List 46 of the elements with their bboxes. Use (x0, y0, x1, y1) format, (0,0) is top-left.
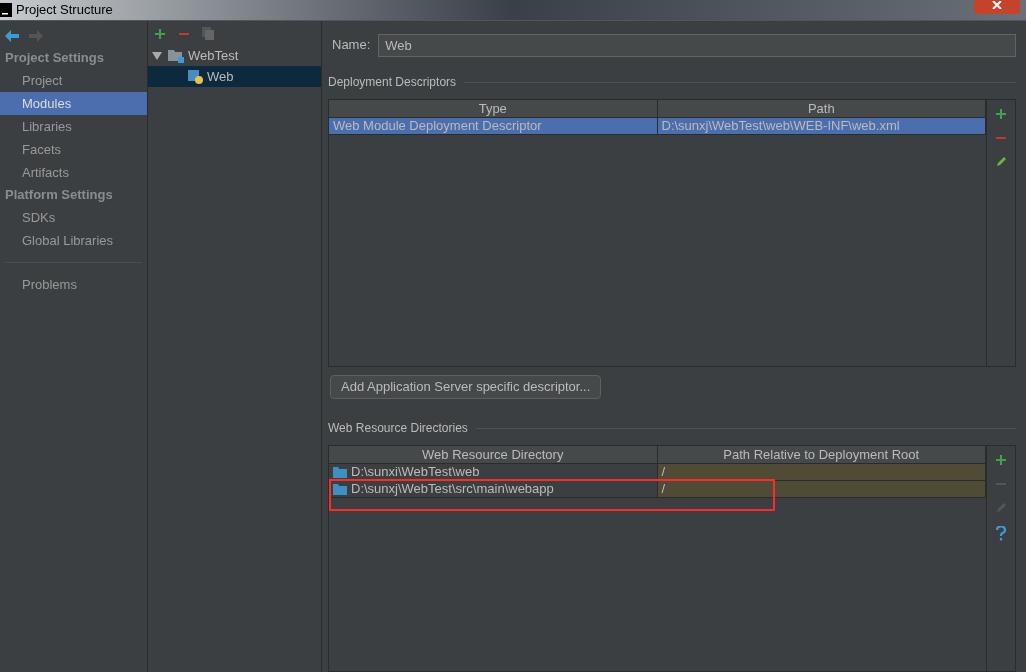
section-heading: Platform Settings (4, 186, 114, 204)
table-row[interactable]: Web Module Deployment Descriptor D:\sunxj\WebTest\web\WEB-INF\web.xml (329, 118, 986, 135)
sidebar-item[interactable]: Libraries (0, 115, 147, 138)
close-icon (992, 1, 1002, 9)
add-icon[interactable] (995, 454, 1007, 466)
sidebar-item[interactable]: Modules (0, 92, 147, 115)
back-arrow-icon[interactable] (4, 29, 20, 43)
table-cell-text: / (661, 480, 666, 499)
tree-item[interactable]: Web (148, 66, 321, 87)
column-header[interactable]: Web Resource Directory (329, 446, 658, 464)
app-logo-icon (0, 3, 12, 17)
name-field[interactable]: Web (378, 33, 1016, 57)
table-row[interactable]: D:\sunxi\WebTest\web / (329, 464, 986, 481)
sidebar-item[interactable]: SDKs (0, 206, 147, 229)
column-header[interactable]: Path (657, 100, 986, 118)
sidebar-item[interactable]: Artifacts (0, 161, 147, 184)
section-title: Web Resource Directories (328, 420, 468, 437)
close-button[interactable] (974, 0, 1020, 14)
folder-icon (333, 466, 347, 478)
sidebar-item[interactable]: Global Libraries (0, 229, 147, 252)
column-header[interactable]: Type (329, 100, 658, 118)
table-cell-text: D:\sunxj\WebTest\src\main\webapp (351, 480, 554, 499)
folder-icon (168, 48, 184, 63)
table-cell-text: D:\sunxj\WebTest\web\WEB-INF\web.xml (661, 117, 900, 136)
folder-icon (333, 483, 347, 495)
web-module-icon (188, 69, 203, 84)
table-cell-text: D:\sunxi\WebTest\web (351, 463, 480, 482)
sidebar-item[interactable]: Project (0, 69, 147, 92)
add-descriptor-button[interactable]: Add Application Server specific descriptor... (330, 375, 602, 399)
column-header[interactable]: Path Relative to Deployment Root (657, 446, 986, 464)
edit-icon[interactable] (995, 156, 1007, 168)
table-row[interactable]: D:\sunxj\WebTest\src\main\webapp / (329, 481, 986, 498)
window-title: Project Structure (16, 1, 113, 20)
field-label: Name: (332, 36, 371, 55)
table-cell-text: Web Module Deployment Descriptor (333, 117, 542, 136)
table-cell-text: / (661, 463, 666, 482)
section-title: Deployment Descriptors (328, 74, 457, 91)
sidebar-item[interactable]: Problems (0, 273, 147, 296)
section-heading: Project Settings (4, 49, 105, 67)
help-icon[interactable] (996, 526, 1006, 541)
expand-arrow-icon[interactable] (152, 50, 162, 61)
copy-icon[interactable] (202, 27, 215, 41)
add-icon[interactable] (995, 108, 1007, 120)
tree-item[interactable]: WebTest (148, 45, 321, 66)
add-icon[interactable] (154, 28, 166, 40)
sidebar-item[interactable]: Facets (0, 138, 147, 161)
